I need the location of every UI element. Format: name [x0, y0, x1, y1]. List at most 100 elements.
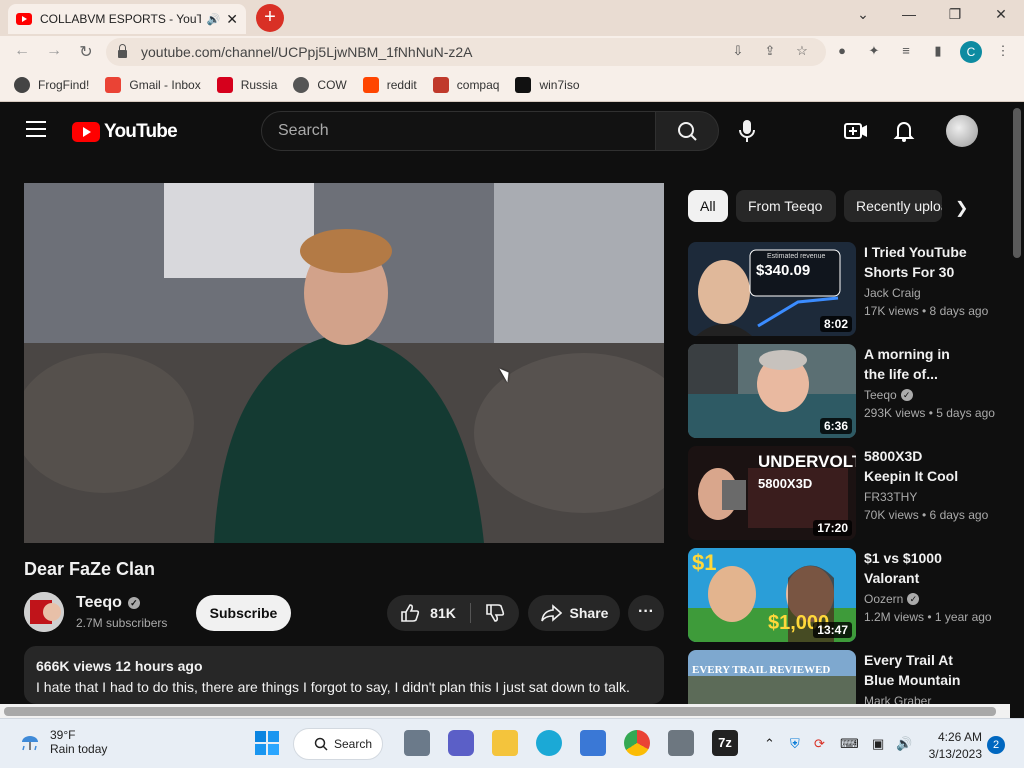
like-button[interactable]: 81K: [387, 595, 469, 631]
rec-video-3[interactable]: UNDERVOLT 5800X3D 17:20 5800X3D Keepin I…: [688, 446, 998, 540]
microsoft-store-icon[interactable]: [580, 730, 606, 756]
rec-channel[interactable]: Teeqo ✓: [864, 388, 913, 402]
share-button[interactable]: Share: [528, 595, 620, 631]
search-button[interactable]: [655, 111, 719, 151]
weather-widget[interactable]: 39°F Rain today: [18, 728, 107, 756]
rec-title[interactable]: $1 vs $1000 Valorant Coach!: [864, 548, 970, 588]
file-explorer-icon[interactable]: [492, 730, 518, 756]
thumbs-down-icon: [486, 604, 505, 622]
windows-start-icon[interactable]: [254, 730, 280, 756]
rec-thumbnail[interactable]: 6:36: [688, 344, 856, 438]
taskbar-search[interactable]: Search: [293, 728, 383, 760]
rec-video-5[interactable]: EVERY TRAIL REVIEWED Every Trail At Blue…: [688, 650, 998, 704]
rec-channel[interactable]: Oozern ✓: [864, 592, 920, 606]
bookmark-frogfind[interactable]: FrogFind!: [14, 76, 89, 93]
channel-avatar[interactable]: [24, 592, 64, 632]
chrome-menu-icon[interactable]: ⋮: [994, 43, 1012, 61]
youtube-favicon-icon: [16, 13, 32, 25]
dislike-button[interactable]: [471, 595, 519, 631]
close-tab-icon[interactable]: ✕: [226, 11, 238, 28]
bookmark-gmail[interactable]: Gmail - Inbox: [105, 76, 201, 93]
security-shield-icon[interactable]: ⛨: [790, 736, 800, 752]
video-description[interactable]: 666K views 12 hours ago I hate that I ha…: [24, 646, 664, 704]
rec-thumbnail[interactable]: UNDERVOLT 5800X3D 17:20: [688, 446, 856, 540]
share-page-icon[interactable]: ⇪: [761, 43, 779, 61]
extension-icon[interactable]: ●: [833, 43, 851, 61]
side-panel-icon[interactable]: ▮: [929, 43, 947, 61]
voice-search-button[interactable]: [733, 115, 761, 147]
chevron-right-icon[interactable]: ❯: [955, 198, 968, 218]
sync-icon[interactable]: ⟳: [814, 736, 825, 752]
address-bar[interactable]: youtube.com/channel/UCPpj5LjwNBM_1fNhNuN…: [106, 38, 826, 66]
tab-search-icon[interactable]: ⌄: [851, 6, 875, 26]
network-icon[interactable]: ▣: [872, 736, 884, 752]
rec-channel[interactable]: Mark Graber: [864, 694, 931, 704]
new-tab-button[interactable]: +: [256, 4, 284, 32]
youtube-logo[interactable]: YouTube: [72, 121, 178, 143]
bookmark-russia[interactable]: Russia: [216, 76, 277, 93]
create-video-icon[interactable]: [843, 118, 869, 144]
rec-thumbnail[interactable]: EVERY TRAIL REVIEWED: [688, 650, 856, 704]
rec-thumbnail[interactable]: $340.09 Estimated revenue 8:02: [688, 242, 856, 336]
keyboard-icon[interactable]: ⌨: [840, 736, 859, 752]
channel-name[interactable]: Teeqo ✓: [76, 594, 140, 612]
vertical-scrollbar-thumb[interactable]: [1013, 108, 1021, 258]
calculator-icon[interactable]: [668, 730, 694, 756]
forward-button[interactable]: →: [44, 42, 64, 62]
rec-title[interactable]: Every Trail At Blue Mountain: [864, 650, 970, 690]
video-player[interactable]: [24, 183, 664, 543]
rec-thumbnail[interactable]: $1 $1,000 13:47: [688, 548, 856, 642]
rain-cloud-icon: [22, 736, 38, 751]
browser-tab[interactable]: COLLABVM ESPORTS - YouTube 🔊 ✕: [8, 4, 246, 34]
thumb-overlay-text: EVERY TRAIL REVIEWED: [692, 664, 831, 676]
rec-title[interactable]: A morning in the life of...: [864, 344, 970, 384]
bookmark-cow[interactable]: COW: [293, 76, 347, 93]
install-app-icon[interactable]: ⇩: [729, 43, 747, 61]
reload-button[interactable]: ↻: [76, 42, 96, 62]
more-actions-button[interactable]: ···: [628, 595, 664, 631]
account-avatar[interactable]: [946, 115, 978, 147]
task-view-icon[interactable]: [404, 730, 430, 756]
rec-title[interactable]: I Tried YouTube Shorts For 30 Days: [864, 242, 970, 282]
rec-video-1[interactable]: $340.09 Estimated revenue 8:02 I Tried Y…: [688, 242, 998, 336]
notifications-bell-icon[interactable]: [891, 118, 917, 144]
verified-icon: ✓: [127, 597, 140, 609]
chip-from-teeqo[interactable]: From Teeqo: [736, 190, 836, 222]
restore-button[interactable]: ❐: [943, 6, 967, 26]
teams-chat-icon[interactable]: [448, 730, 474, 756]
rec-video-4[interactable]: $1 $1,000 13:47 $1 vs $1000 Valorant Coa…: [688, 548, 998, 642]
volume-icon[interactable]: 🔊: [896, 736, 912, 752]
rec-video-2[interactable]: 6:36 A morning in the life of... Teeqo ✓ …: [688, 344, 998, 438]
lock-icon[interactable]: [118, 44, 127, 58]
rec-channel[interactable]: Jack Craig: [864, 286, 921, 300]
bookmark-compaq[interactable]: compaq: [432, 76, 499, 93]
extensions-puzzle-icon[interactable]: ✦: [865, 43, 883, 61]
edge-icon[interactable]: [536, 730, 562, 756]
reading-list-icon[interactable]: ≡: [897, 43, 915, 61]
notification-badge[interactable]: 2: [987, 736, 1005, 754]
chevron-up-icon[interactable]: ⌃: [764, 736, 775, 752]
7zip-icon[interactable]: 7z: [712, 730, 738, 756]
rec-title[interactable]: 5800X3D Keepin It Cool: [864, 446, 970, 486]
close-window-button[interactable]: ✕: [989, 6, 1013, 26]
subscribe-button[interactable]: Subscribe: [196, 595, 291, 631]
subscriber-count: 2.7M subscribers: [76, 616, 168, 630]
chrome-icon[interactable]: [624, 730, 650, 756]
youtube-play-icon: [72, 122, 100, 142]
system-clock[interactable]: 4:26 AM 3/13/2023: [920, 729, 982, 763]
rec-views: 17K views • 8 days ago: [864, 304, 989, 318]
search-input[interactable]: Search: [261, 111, 656, 151]
chip-recently-uploaded[interactable]: Recently uploaded: [844, 190, 942, 222]
globe-icon: [293, 76, 310, 93]
bookmark-star-icon[interactable]: ☆: [793, 43, 811, 61]
chip-all[interactable]: All: [688, 190, 728, 222]
horizontal-scrollbar-thumb[interactable]: [4, 707, 996, 716]
back-button[interactable]: ←: [12, 42, 32, 62]
profile-avatar[interactable]: C: [960, 41, 982, 63]
minimize-button[interactable]: —: [897, 6, 921, 26]
menu-hamburger-icon[interactable]: [26, 121, 46, 137]
bookmark-reddit[interactable]: reddit: [362, 76, 417, 93]
rec-channel[interactable]: FR33THY: [864, 490, 917, 504]
speaker-icon[interactable]: 🔊: [207, 13, 221, 26]
bookmark-win7iso[interactable]: win7iso: [515, 76, 580, 93]
